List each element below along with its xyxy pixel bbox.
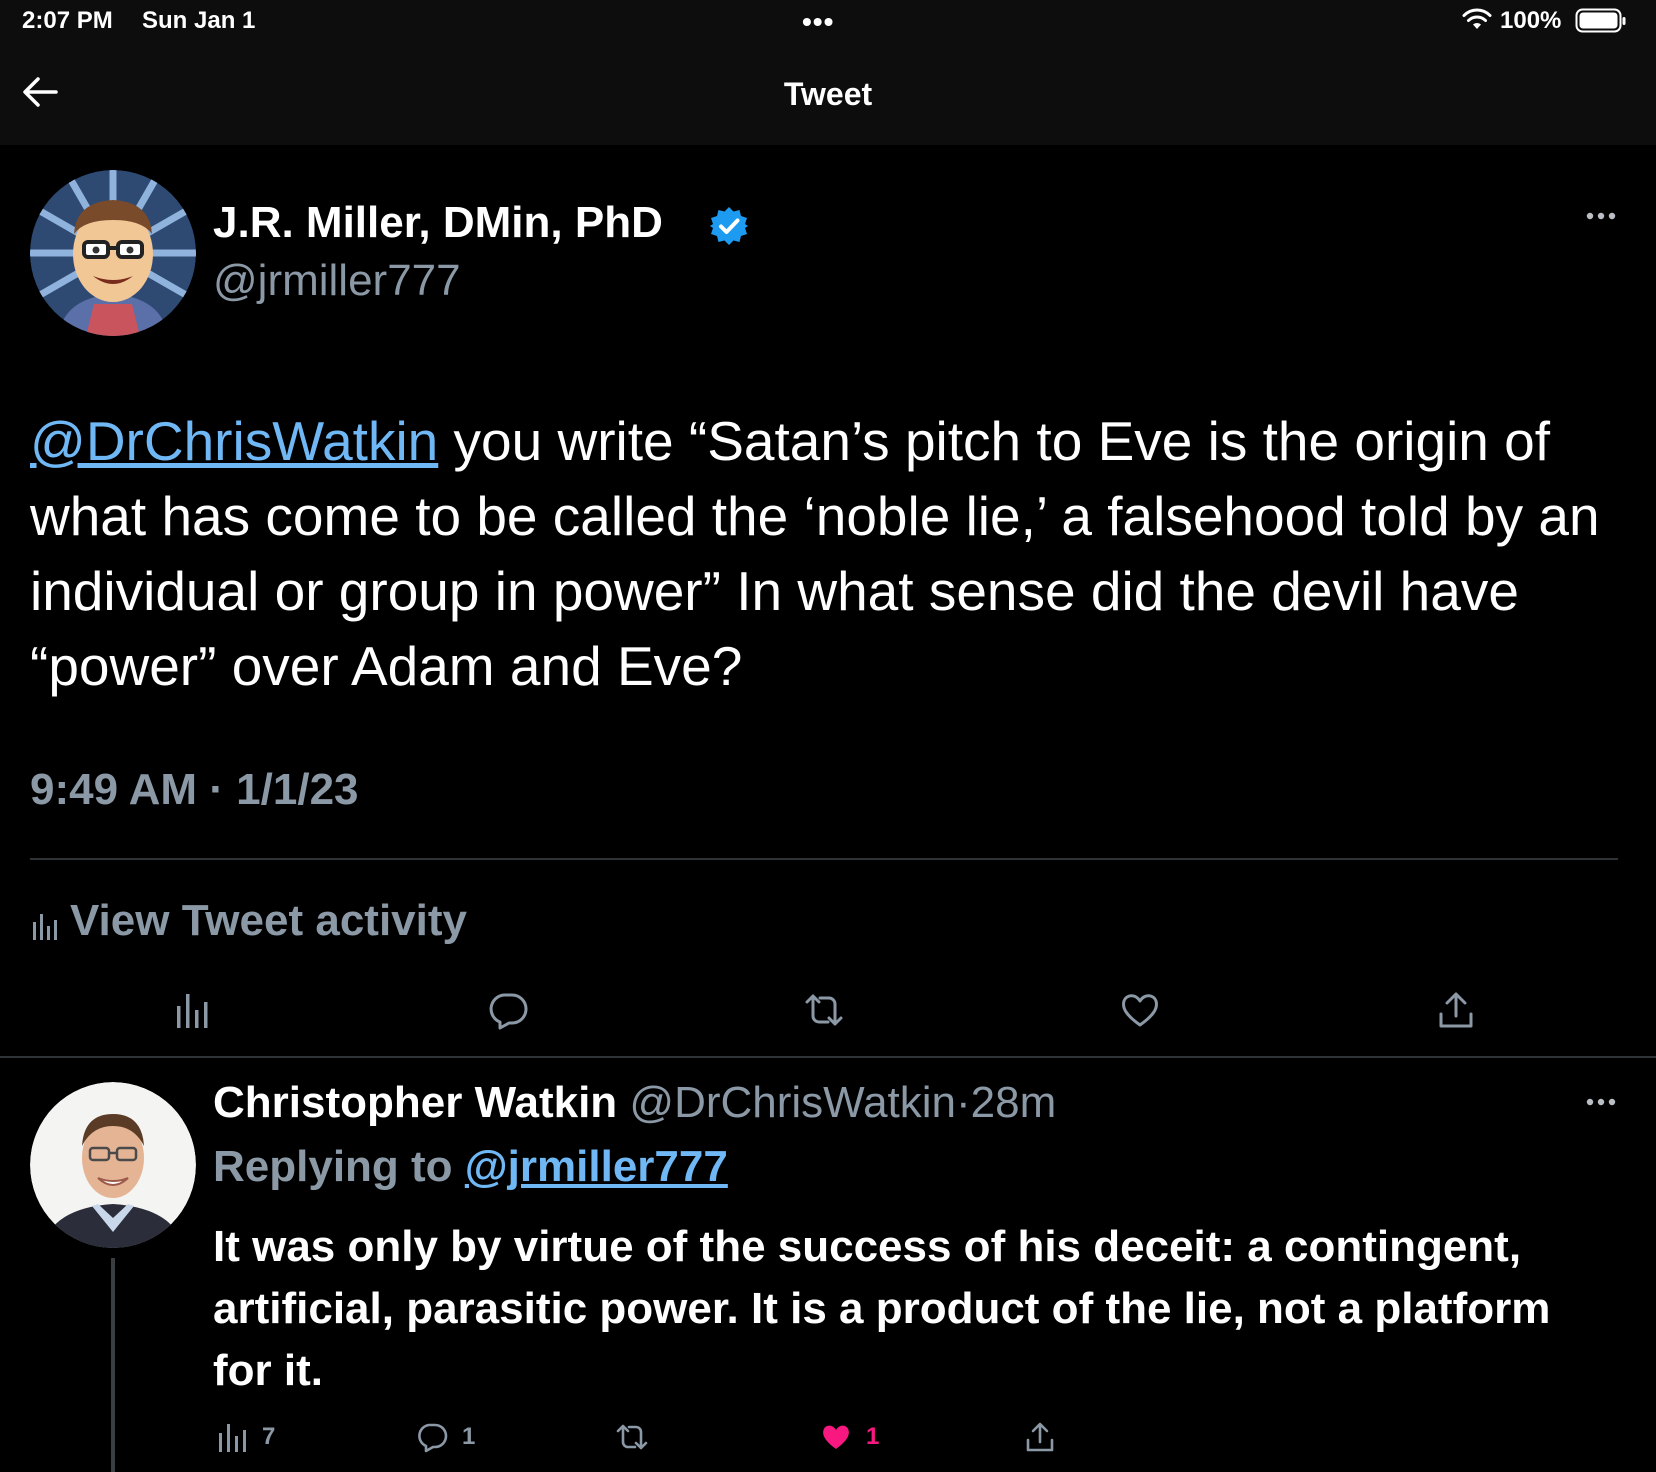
battery-icon	[1575, 8, 1626, 33]
profile-photo-image	[30, 1082, 196, 1248]
more-options-icon[interactable]	[1585, 210, 1617, 222]
share-icon	[1026, 1422, 1054, 1452]
share-icon[interactable]	[1436, 990, 1476, 1030]
page-title: Tweet	[783, 76, 873, 112]
views-count: 7	[262, 1423, 276, 1450]
status-date: Sun Jan 1	[142, 7, 256, 34]
replies-count: 1	[462, 1423, 476, 1450]
reply-header: Christopher Watkin @DrChrisWatkin·28m	[213, 1078, 1056, 1128]
author-handle[interactable]: @jrmiller777	[213, 256, 461, 306]
view-tweet-activity-label: View Tweet activity	[70, 896, 467, 945]
tweet-timestamp: 9:49 AM · 1/1/23	[30, 765, 359, 814]
verified-badge-icon	[710, 207, 748, 245]
divider	[0, 1056, 1656, 1058]
liked-heart-icon	[823, 1425, 849, 1449]
replying-to-label: Replying to	[213, 1142, 465, 1191]
replying-to-handle-link[interactable]: @jrmiller777	[465, 1142, 728, 1191]
reply-author-avatar[interactable]	[30, 1082, 196, 1248]
status-bar: 2:07 PM Sun Jan 1 ••• 100%	[0, 0, 1656, 42]
reply-more-options-icon[interactable]	[1585, 1096, 1617, 1108]
wifi-icon	[1462, 8, 1492, 29]
cartoon-avatar-image	[30, 170, 196, 336]
analytics-icon	[219, 1424, 246, 1452]
reply-body: It was only by virtue of the success of …	[213, 1222, 1551, 1395]
reply-icon	[418, 1423, 448, 1453]
replying-to: Replying to @jrmiller777	[213, 1142, 728, 1192]
like-icon[interactable]	[1120, 990, 1160, 1030]
battery-percent: 100%	[1500, 7, 1562, 34]
author-avatar[interactable]	[30, 170, 196, 336]
mention-link[interactable]: @DrChrisWatkin	[30, 410, 438, 472]
reply-share-button[interactable]	[1024, 1420, 1056, 1454]
reply-like-button[interactable]: 1	[820, 1420, 879, 1454]
reply-separator: ·	[956, 1078, 971, 1127]
tweet-action-bar	[0, 990, 1656, 1042]
reply-time[interactable]: 28m	[971, 1078, 1057, 1127]
nav-bar: Tweet	[0, 42, 1656, 145]
status-time: 2:07 PM	[22, 7, 113, 34]
reply-action-bar: 7 1 1	[0, 1420, 1656, 1460]
reply-icon[interactable]	[488, 990, 528, 1030]
tweet-screen: 2:07 PM Sun Jan 1 ••• 100% Tweet J.R. Mi…	[0, 0, 1656, 1472]
retweet-icon	[616, 1424, 648, 1450]
author-name[interactable]: J.R. Miller, DMin, PhD	[213, 198, 663, 248]
analytics-icon[interactable]	[172, 990, 212, 1030]
reply-reply-button[interactable]: 1	[416, 1420, 475, 1454]
reply-author-handle[interactable]: @DrChrisWatkin	[629, 1078, 956, 1127]
tweet-body: @DrChrisWatkin you write “Satan’s pitch …	[30, 404, 1630, 704]
likes-count: 1	[866, 1423, 880, 1450]
divider	[30, 858, 1618, 860]
reply-author-name[interactable]: Christopher Watkin	[213, 1078, 617, 1127]
multitasking-dots-icon[interactable]: •••	[802, 6, 834, 38]
reply-views-button[interactable]: 7	[216, 1420, 275, 1454]
retweet-icon[interactable]	[804, 990, 844, 1030]
analytics-icon	[33, 914, 57, 940]
reply-retweet-button[interactable]	[616, 1420, 648, 1454]
